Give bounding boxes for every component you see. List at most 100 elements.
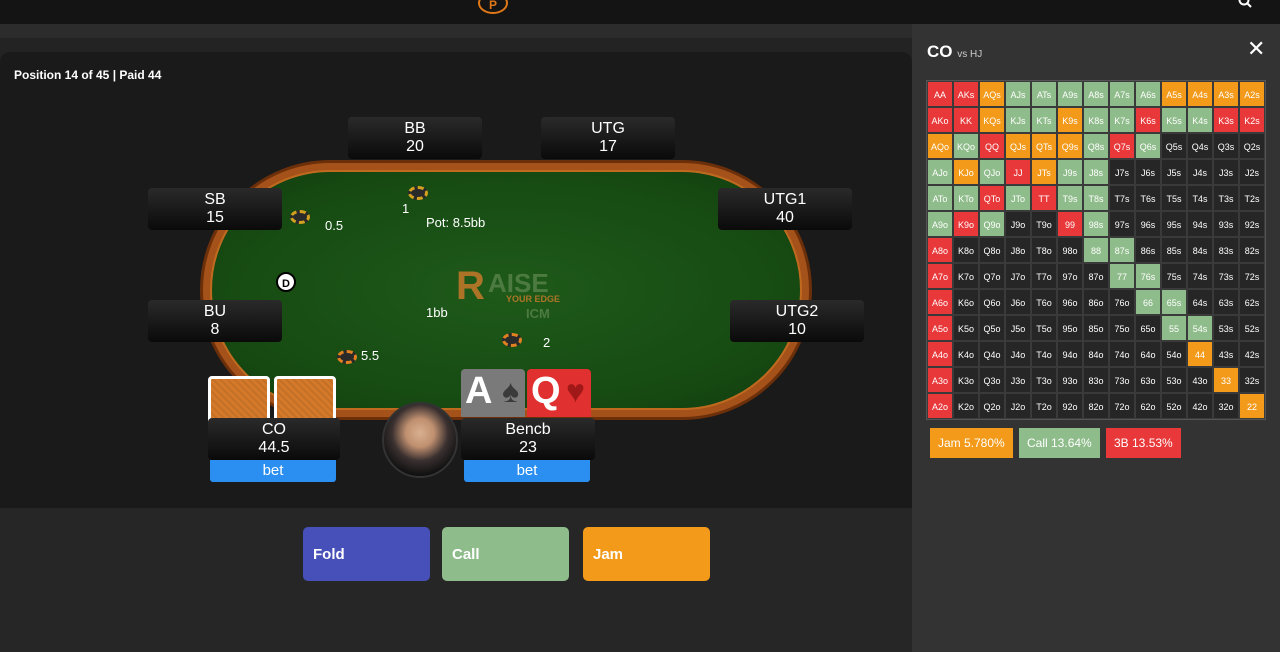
range-cell[interactable]: 87s	[1109, 237, 1135, 263]
range-cell[interactable]: 44	[1187, 341, 1213, 367]
range-cell[interactable]: 54o	[1161, 341, 1187, 367]
range-cell[interactable]: 99	[1057, 211, 1083, 237]
range-cell[interactable]: T3s	[1213, 185, 1239, 211]
range-cell[interactable]: AKs	[953, 81, 979, 107]
range-cell[interactable]: K5o	[953, 315, 979, 341]
range-cell[interactable]: 88	[1083, 237, 1109, 263]
range-cell[interactable]: 42s	[1239, 341, 1265, 367]
range-cell[interactable]: 32o	[1213, 393, 1239, 419]
range-cell[interactable]: Q3o	[979, 367, 1005, 393]
range-cell[interactable]: J5s	[1161, 159, 1187, 185]
range-cell[interactable]: K9o	[953, 211, 979, 237]
range-cell[interactable]: 53o	[1161, 367, 1187, 393]
range-cell[interactable]: 53s	[1213, 315, 1239, 341]
range-cell[interactable]: 63o	[1135, 367, 1161, 393]
range-cell[interactable]: Q6s	[1135, 133, 1161, 159]
range-cell[interactable]: A4s	[1187, 81, 1213, 107]
range-cell[interactable]: A5o	[927, 315, 953, 341]
range-cell[interactable]: TT	[1031, 185, 1057, 211]
range-cell[interactable]: A6o	[927, 289, 953, 315]
search-icon[interactable]	[1238, 0, 1252, 8]
range-cell[interactable]: 76s	[1135, 263, 1161, 289]
range-cell[interactable]: K9s	[1057, 107, 1083, 133]
range-cell[interactable]: Q7s	[1109, 133, 1135, 159]
range-cell[interactable]: T6o	[1031, 289, 1057, 315]
range-cell[interactable]: 93o	[1057, 367, 1083, 393]
range-cell[interactable]: Q8s	[1083, 133, 1109, 159]
range-cell[interactable]: J9s	[1057, 159, 1083, 185]
call-button[interactable]: Call	[442, 527, 569, 581]
range-cell[interactable]: Q3s	[1213, 133, 1239, 159]
range-cell[interactable]: 98s	[1083, 211, 1109, 237]
range-cell[interactable]: 63s	[1213, 289, 1239, 315]
range-cell[interactable]: Q2s	[1239, 133, 1265, 159]
range-cell[interactable]: 84o	[1083, 341, 1109, 367]
range-cell[interactable]: J2o	[1005, 393, 1031, 419]
range-cell[interactable]: 93s	[1213, 211, 1239, 237]
range-cell[interactable]: K8s	[1083, 107, 1109, 133]
range-cell[interactable]: A2o	[927, 393, 953, 419]
range-cell[interactable]: KJs	[1005, 107, 1031, 133]
range-cell[interactable]: A3s	[1213, 81, 1239, 107]
range-cell[interactable]: 52o	[1161, 393, 1187, 419]
range-cell[interactable]: AJo	[927, 159, 953, 185]
range-cell[interactable]: KTo	[953, 185, 979, 211]
range-cell[interactable]: KJo	[953, 159, 979, 185]
range-cell[interactable]: Q6o	[979, 289, 1005, 315]
range-cell[interactable]: 95s	[1161, 211, 1187, 237]
range-cell[interactable]: 73o	[1109, 367, 1135, 393]
range-cell[interactable]: 75s	[1161, 263, 1187, 289]
range-cell[interactable]: 74s	[1187, 263, 1213, 289]
range-cell[interactable]: 85s	[1161, 237, 1187, 263]
range-cell[interactable]: A5s	[1161, 81, 1187, 107]
range-cell[interactable]: 54s	[1187, 315, 1213, 341]
app-logo[interactable]: P	[478, 0, 508, 14]
range-cell[interactable]: JTs	[1031, 159, 1057, 185]
range-cell[interactable]: K5s	[1161, 107, 1187, 133]
range-cell[interactable]: A2s	[1239, 81, 1265, 107]
range-cell[interactable]: QJs	[1005, 133, 1031, 159]
range-cell[interactable]: K7s	[1109, 107, 1135, 133]
range-cell[interactable]: ATo	[927, 185, 953, 211]
range-cell[interactable]: K8o	[953, 237, 979, 263]
range-cell[interactable]: J8o	[1005, 237, 1031, 263]
seat-hero[interactable]: Bencb 23	[461, 418, 595, 460]
range-cell[interactable]: ATs	[1031, 81, 1057, 107]
seat-utg[interactable]: UTG 17	[541, 117, 675, 159]
range-cell[interactable]: 72o	[1109, 393, 1135, 419]
range-cell[interactable]: Q5o	[979, 315, 1005, 341]
range-cell[interactable]: 64o	[1135, 341, 1161, 367]
range-cell[interactable]: 62o	[1135, 393, 1161, 419]
range-cell[interactable]: 76o	[1109, 289, 1135, 315]
range-cell[interactable]: J9o	[1005, 211, 1031, 237]
range-cell[interactable]: JTo	[1005, 185, 1031, 211]
range-cell[interactable]: A9o	[927, 211, 953, 237]
range-cell[interactable]: 32s	[1239, 367, 1265, 393]
range-cell[interactable]: K2s	[1239, 107, 1265, 133]
range-cell[interactable]: J6s	[1135, 159, 1161, 185]
range-cell[interactable]: 33	[1213, 367, 1239, 393]
range-cell[interactable]: A9s	[1057, 81, 1083, 107]
range-cell[interactable]: QJo	[979, 159, 1005, 185]
range-cell[interactable]: KTs	[1031, 107, 1057, 133]
range-cell[interactable]: J4o	[1005, 341, 1031, 367]
range-cell[interactable]: AKo	[927, 107, 953, 133]
seat-sb[interactable]: SB 15	[148, 188, 282, 230]
range-cell[interactable]: 85o	[1083, 315, 1109, 341]
range-cell[interactable]: T4s	[1187, 185, 1213, 211]
range-cell[interactable]: 65o	[1135, 315, 1161, 341]
range-cell[interactable]: KQo	[953, 133, 979, 159]
range-cell[interactable]: AA	[927, 81, 953, 107]
range-cell[interactable]: 52s	[1239, 315, 1265, 341]
range-cell[interactable]: Q8o	[979, 237, 1005, 263]
range-cell[interactable]: T8o	[1031, 237, 1057, 263]
range-cell[interactable]: 72s	[1239, 263, 1265, 289]
seat-utg1[interactable]: UTG1 40	[718, 188, 852, 230]
range-cell[interactable]: 77	[1109, 263, 1135, 289]
close-icon[interactable]: ✕	[1247, 36, 1265, 62]
range-cell[interactable]: 43o	[1187, 367, 1213, 393]
range-cell[interactable]: 73s	[1213, 263, 1239, 289]
range-cell[interactable]: J8s	[1083, 159, 1109, 185]
range-cell[interactable]: T7o	[1031, 263, 1057, 289]
range-cell[interactable]: K7o	[953, 263, 979, 289]
